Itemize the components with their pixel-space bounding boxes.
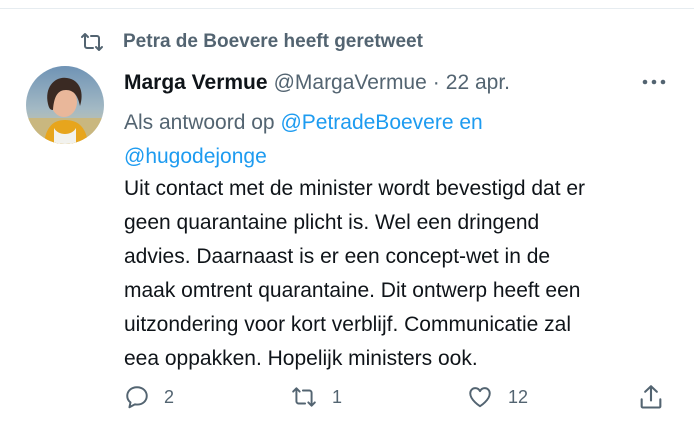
retweet-count: 1 [332, 386, 343, 407]
reply-button[interactable]: 2 [124, 380, 174, 414]
action-bar: 2 1 12 [0, 380, 694, 414]
retweet-context-text[interactable]: Petra de Boevere heeft geretweet [123, 31, 423, 53]
tweet-date[interactable]: 22 apr. [446, 71, 510, 95]
tweet-text: Uit contact met de minister wordt bevest… [124, 172, 679, 376]
mention-link[interactable]: @PetradeBoevere [280, 111, 453, 134]
separator-dot: · [432, 71, 440, 94]
tweet-text-line: Uit contact met de minister wordt bevest… [124, 177, 586, 200]
reply-context-prefix: Als antwoord op [124, 111, 281, 134]
mention-link[interactable]: @hugodejonge [124, 145, 267, 168]
reply-context-joiner[interactable]: en [454, 111, 482, 134]
like-button[interactable]: 12 [466, 380, 528, 414]
user-handle[interactable]: @MargaVermue [274, 71, 427, 95]
tweet-text-line: eea oppakken. Hopelijk ministers ook. [124, 347, 478, 370]
reply-count: 2 [164, 386, 175, 407]
more-options-button[interactable] [640, 70, 668, 94]
retweet-icon [80, 30, 104, 54]
retweet-context: Petra de Boevere heeft geretweet [80, 29, 423, 55]
reply-icon [124, 384, 150, 410]
display-name[interactable]: Marga Vermue [124, 71, 268, 95]
reply-context: Als antwoord op @PetradeBoevere en @hugod… [124, 106, 664, 174]
tweet-text-line: uitzondering voor kort verblijf. Communi… [124, 313, 572, 336]
more-icon [642, 79, 666, 85]
like-count: 12 [508, 386, 529, 407]
heart-icon [466, 384, 494, 410]
share-icon [637, 383, 665, 411]
tweet-text-line: geen quarantaine plicht is. Wel een drin… [124, 211, 540, 234]
retweet-button[interactable]: 1 [290, 380, 342, 414]
tweet-text-line: maak omtrent quarantaine. Dit ontwerp he… [124, 279, 581, 302]
share-button[interactable] [637, 380, 665, 414]
avatar[interactable] [26, 66, 104, 144]
retweet-icon [290, 384, 318, 410]
tweet-text-line: advies. Daarnaast is er een concept-wet … [124, 245, 551, 268]
top-divider [0, 8, 694, 9]
tweet-header: Marga Vermue @MargaVermue · 22 apr. [124, 68, 510, 98]
